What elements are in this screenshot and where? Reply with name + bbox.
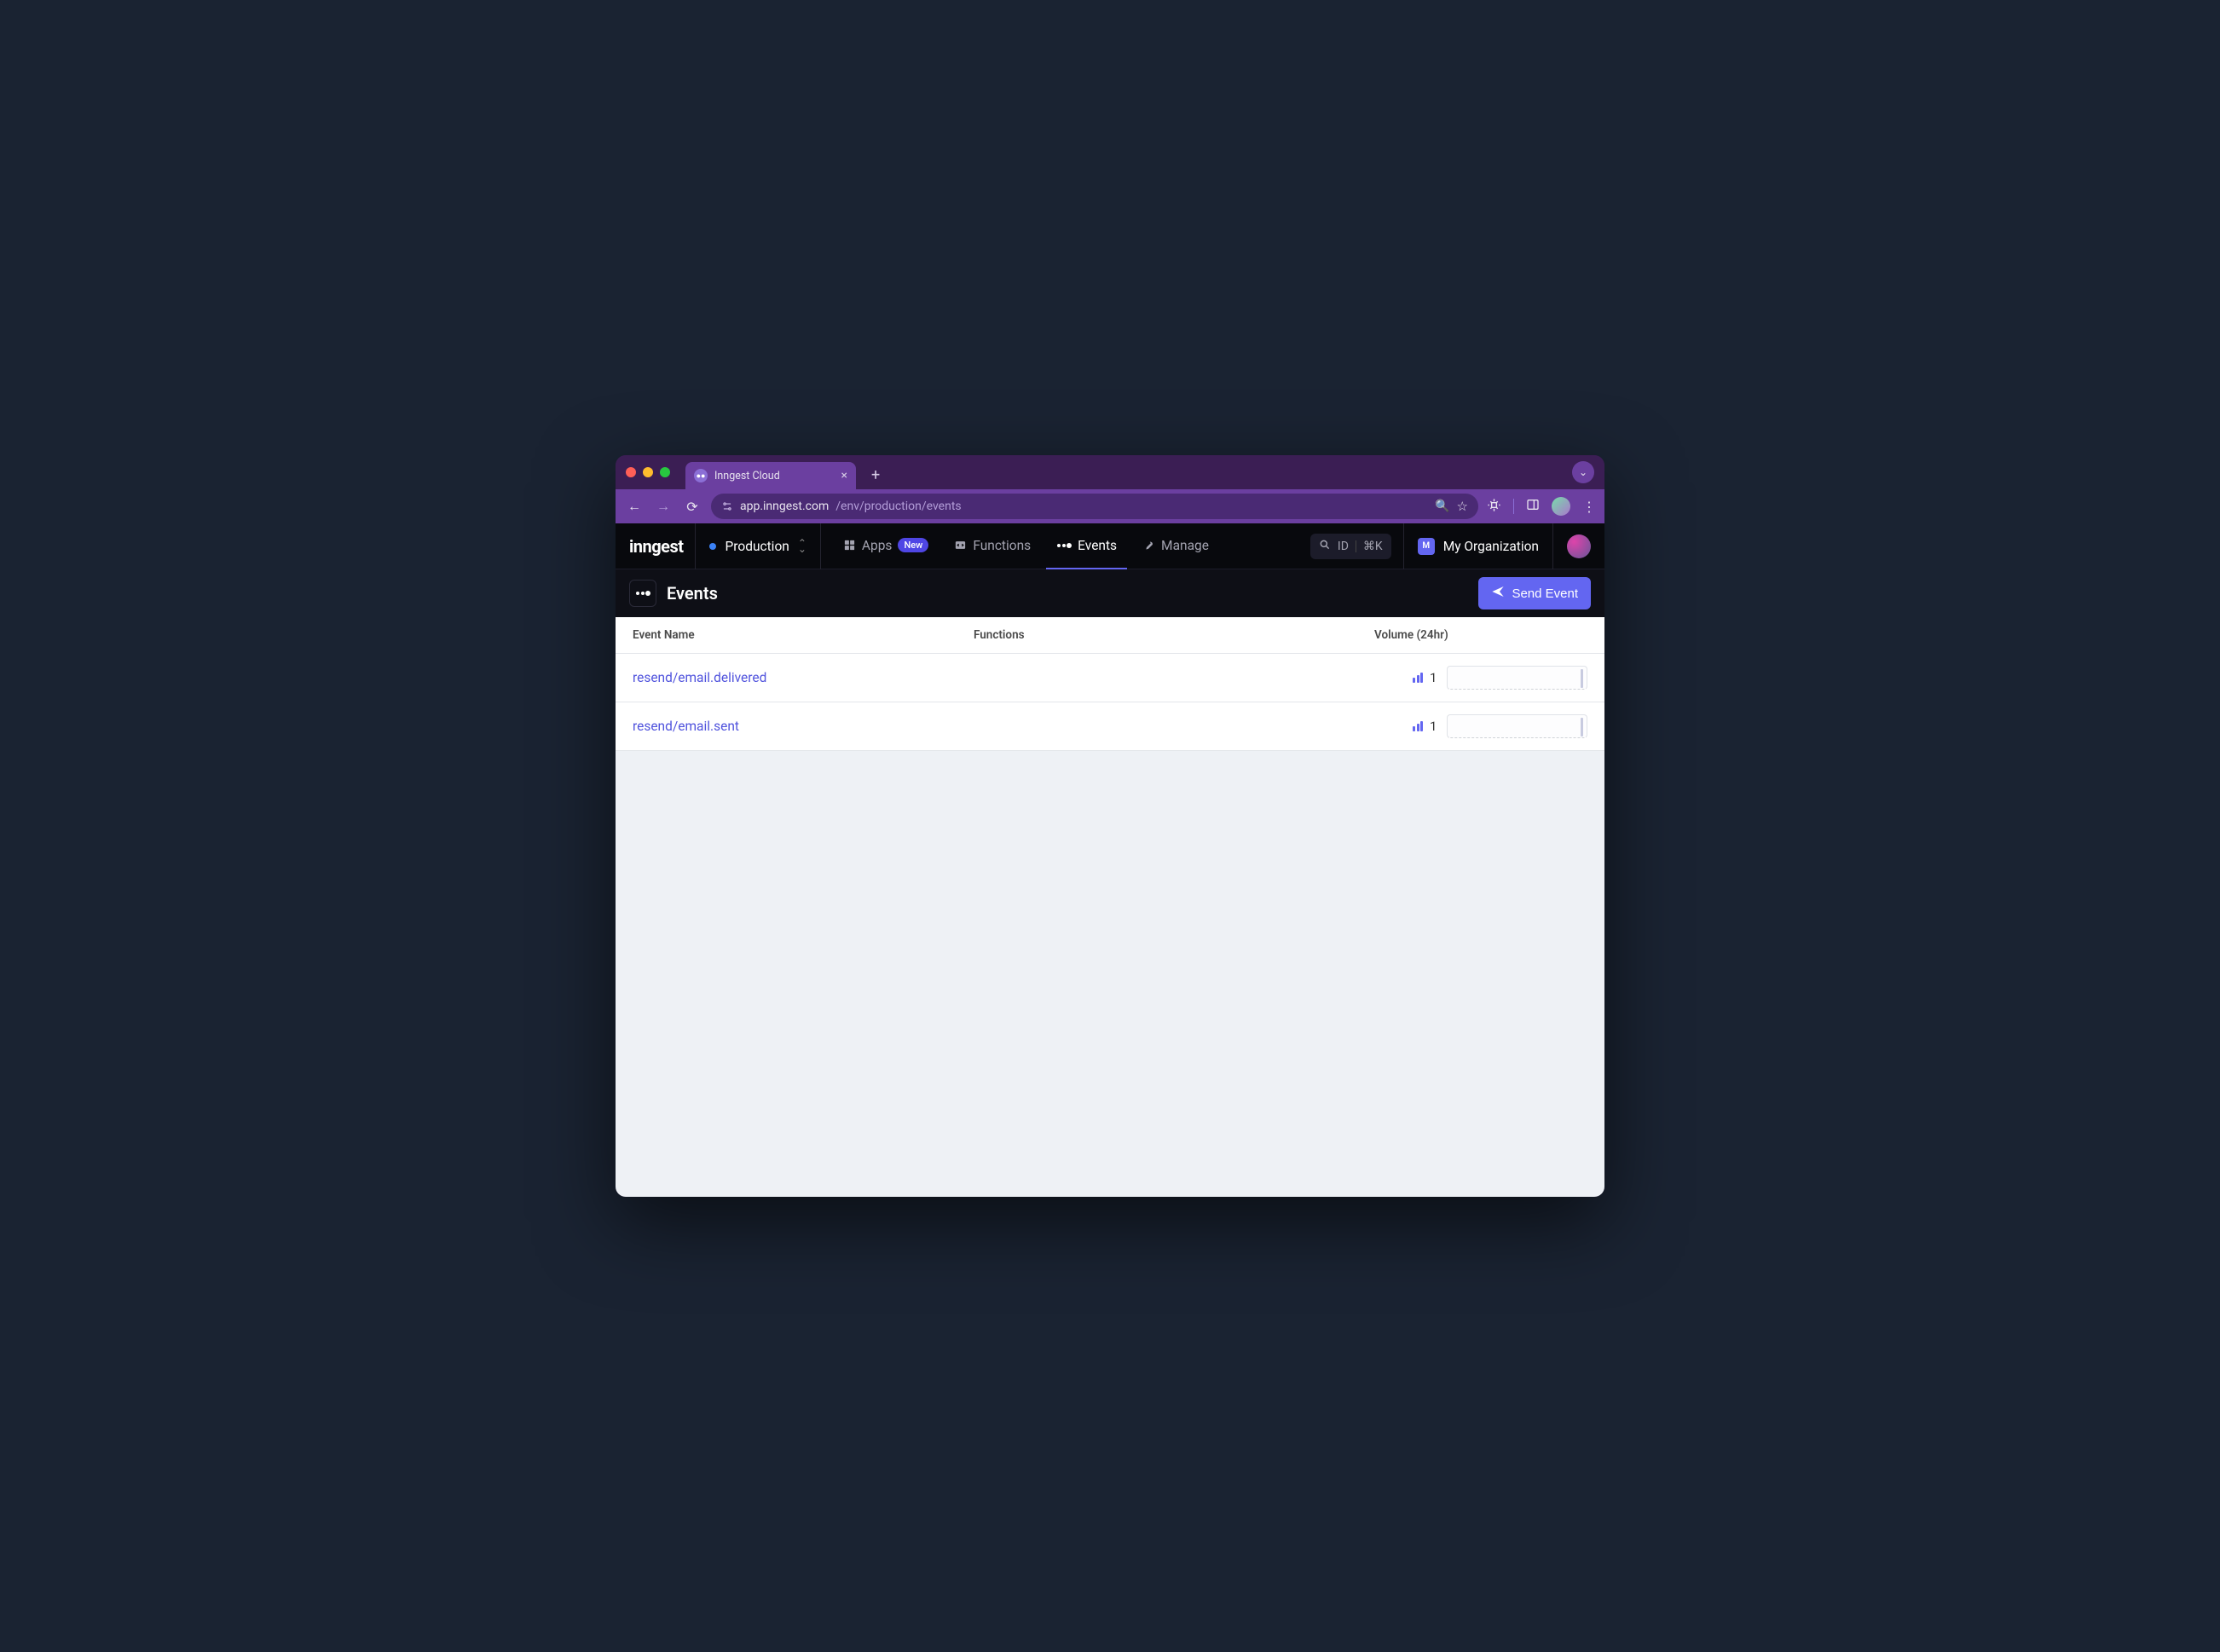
bars-icon: [1413, 721, 1423, 731]
volume-count: 1: [1430, 719, 1440, 734]
search-id-button[interactable]: ID ⌘K: [1310, 534, 1391, 559]
search-shortcut: ⌘K: [1363, 540, 1383, 553]
sidepanel-icon[interactable]: [1526, 498, 1540, 515]
environment-switcher[interactable]: Production ⌃⌄: [695, 523, 820, 569]
send-icon: [1491, 585, 1505, 602]
address-bar[interactable]: app.inngest.com/env/production/events 🔍 …: [711, 494, 1478, 519]
window-minimize-button[interactable]: [643, 467, 653, 477]
send-event-button[interactable]: Send Event: [1478, 577, 1591, 609]
new-badge: New: [898, 538, 928, 552]
url-path: /env/production/events: [835, 500, 961, 513]
page-title: Events: [667, 583, 718, 604]
zoom-icon[interactable]: 🔍: [1435, 500, 1449, 513]
nav-events-label: Events: [1078, 538, 1117, 553]
search-icon: [1319, 539, 1331, 554]
env-label: Production: [725, 539, 789, 554]
browser-titlebar: ●● Inngest Cloud × + ⌄: [616, 455, 1604, 489]
event-name-link[interactable]: resend/email.sent: [633, 719, 974, 734]
bookmark-icon[interactable]: ☆: [1457, 499, 1468, 514]
browser-menu-icon[interactable]: ⋮: [1582, 499, 1596, 515]
event-name-link[interactable]: resend/email.delivered: [633, 670, 974, 685]
nav-manage[interactable]: Manage: [1132, 523, 1219, 569]
wrench-icon: [1142, 539, 1155, 552]
extensions-icon[interactable]: [1487, 498, 1501, 516]
app-header: inngest Production ⌃⌄ Apps New Functions: [616, 523, 1604, 569]
nav-apps[interactable]: Apps New: [833, 523, 939, 569]
tab-close-icon[interactable]: ×: [841, 469, 847, 482]
reload-button[interactable]: ⟳: [682, 499, 702, 515]
code-icon: [954, 539, 967, 552]
org-name: My Organization: [1443, 539, 1539, 554]
url-host: app.inngest.com: [740, 500, 829, 513]
tab-title: Inngest Cloud: [714, 470, 780, 482]
table-row[interactable]: resend/email.sent 1: [616, 702, 1604, 751]
profile-avatar[interactable]: [1552, 497, 1570, 516]
nav-manage-label: Manage: [1161, 538, 1209, 553]
window-maximize-button[interactable]: [660, 467, 670, 477]
window-close-button[interactable]: [626, 467, 636, 477]
user-avatar[interactable]: [1567, 534, 1591, 558]
chevron-updown-icon: ⌃⌄: [798, 540, 806, 552]
site-info-icon[interactable]: [721, 500, 733, 512]
tabs-overflow-button[interactable]: ⌄: [1572, 461, 1594, 483]
page-icon-box: [629, 580, 656, 607]
sparkline: [1447, 666, 1587, 690]
browser-toolbar: ← → ⟳ app.inngest.com/env/production/eve…: [616, 489, 1604, 523]
env-status-dot: [709, 543, 716, 550]
tab-favicon: ●●: [694, 469, 708, 482]
back-button[interactable]: ←: [624, 498, 645, 515]
bars-icon: [1413, 673, 1423, 683]
grid-icon: [843, 539, 856, 552]
events-icon: [635, 586, 650, 601]
col-functions: Functions: [974, 628, 1374, 642]
event-volume: 1: [1374, 714, 1587, 738]
org-badge: M: [1418, 538, 1435, 555]
col-event-name: Event Name: [633, 628, 974, 642]
forward-button[interactable]: →: [653, 498, 674, 515]
primary-nav: Apps New Functions Events Manage: [833, 523, 1219, 569]
nav-events[interactable]: Events: [1046, 523, 1127, 569]
table-row[interactable]: resend/email.delivered 1: [616, 654, 1604, 702]
sparkline: [1447, 714, 1587, 738]
app-logo[interactable]: inngest: [629, 536, 683, 557]
event-volume: 1: [1374, 666, 1587, 690]
traffic-lights: [626, 467, 670, 477]
events-icon: [1056, 540, 1072, 551]
org-switcher[interactable]: M My Organization: [1403, 523, 1553, 569]
search-id-label: ID: [1338, 540, 1349, 553]
events-table: Event Name Functions Volume (24hr) resen…: [616, 617, 1604, 1197]
nav-functions-label: Functions: [973, 538, 1031, 553]
browser-window: ●● Inngest Cloud × + ⌄ ← → ⟳ app.inngest…: [616, 455, 1604, 1197]
nav-apps-label: Apps: [862, 538, 893, 553]
new-tab-button[interactable]: +: [863, 466, 888, 484]
extension-area: ⋮: [1487, 497, 1596, 516]
page-header: Events Send Event: [616, 569, 1604, 617]
table-header: Event Name Functions Volume (24hr): [616, 617, 1604, 654]
send-event-label: Send Event: [1512, 586, 1578, 601]
nav-functions[interactable]: Functions: [944, 523, 1041, 569]
browser-tab[interactable]: ●● Inngest Cloud ×: [685, 462, 856, 489]
col-volume: Volume (24hr): [1374, 628, 1587, 642]
volume-count: 1: [1430, 670, 1440, 685]
